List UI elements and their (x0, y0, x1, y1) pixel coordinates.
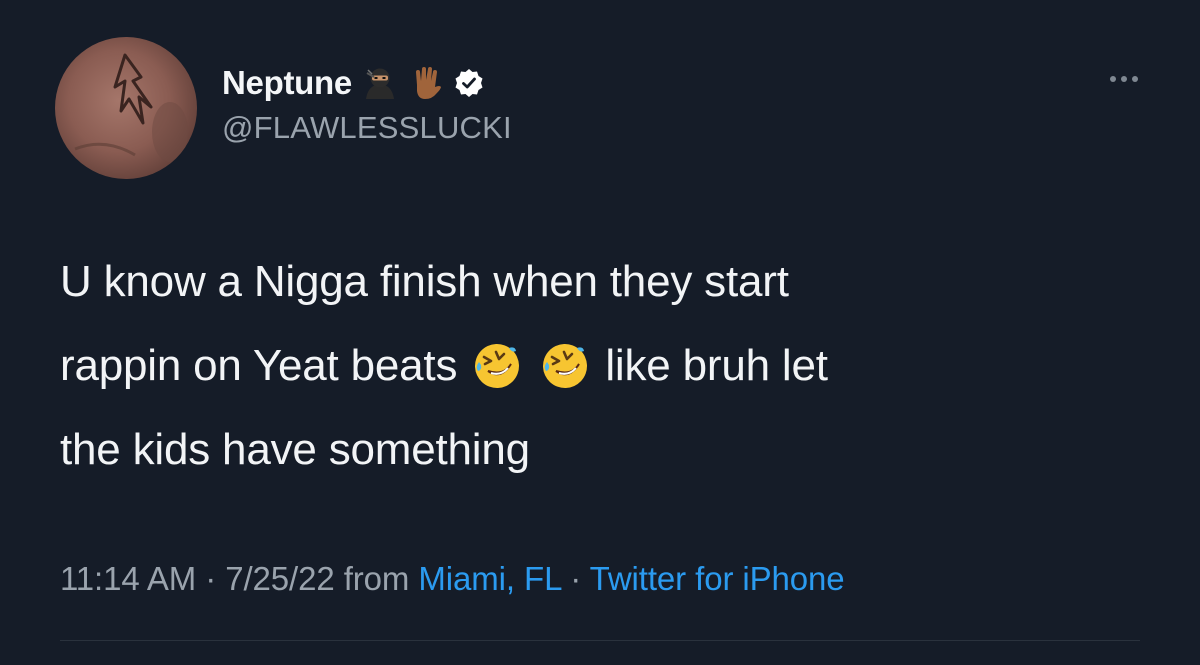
vulcan-salute-emoji-icon (408, 65, 444, 101)
more-options-icon[interactable] (1110, 76, 1138, 82)
tweet-card: Neptune @FLAWLESSLUCKI U know a Nigga fi… (0, 0, 1200, 665)
tweet-text-segment: like bruh let (605, 341, 828, 390)
tweet-date[interactable]: 7/25/22 (225, 560, 335, 597)
tweet-text-segment: rappin on Yeat beats (60, 341, 458, 390)
more-dot (1121, 76, 1127, 82)
tweet-time[interactable]: 11:14 AM (60, 560, 196, 597)
from-label: from (343, 560, 410, 597)
tweet-meta: 11:14 AM · 7/25/22 from Miami, FL · Twit… (60, 560, 845, 598)
rofl-emoji-icon (471, 336, 523, 388)
tweet-text: U know a Nigga finish when they start ra… (60, 240, 1140, 492)
user-handle[interactable]: @FLAWLESSLUCKI (222, 110, 512, 146)
tweet-text-line: U know a Nigga finish when they start (60, 257, 789, 306)
ninja-emoji-icon (362, 65, 398, 101)
meta-separator: · (205, 560, 217, 597)
rofl-emoji-icon (539, 336, 591, 388)
client-link[interactable]: Twitter for iPhone (590, 560, 845, 597)
verified-badge-icon (454, 68, 484, 98)
more-dot (1110, 76, 1116, 82)
tweet-header: Neptune @FLAWLESSLUCKI (222, 62, 512, 146)
divider (60, 640, 1140, 641)
meta-separator: · (570, 560, 582, 597)
avatar[interactable] (55, 37, 197, 179)
display-name[interactable]: Neptune (222, 64, 352, 102)
tweet-text-line: rappin on Yeat beats like bruh let (60, 324, 1140, 408)
tweet-text-line: the kids have something (60, 425, 530, 474)
name-row: Neptune (222, 62, 512, 104)
more-dot (1132, 76, 1138, 82)
location-link[interactable]: Miami, FL (418, 560, 561, 597)
